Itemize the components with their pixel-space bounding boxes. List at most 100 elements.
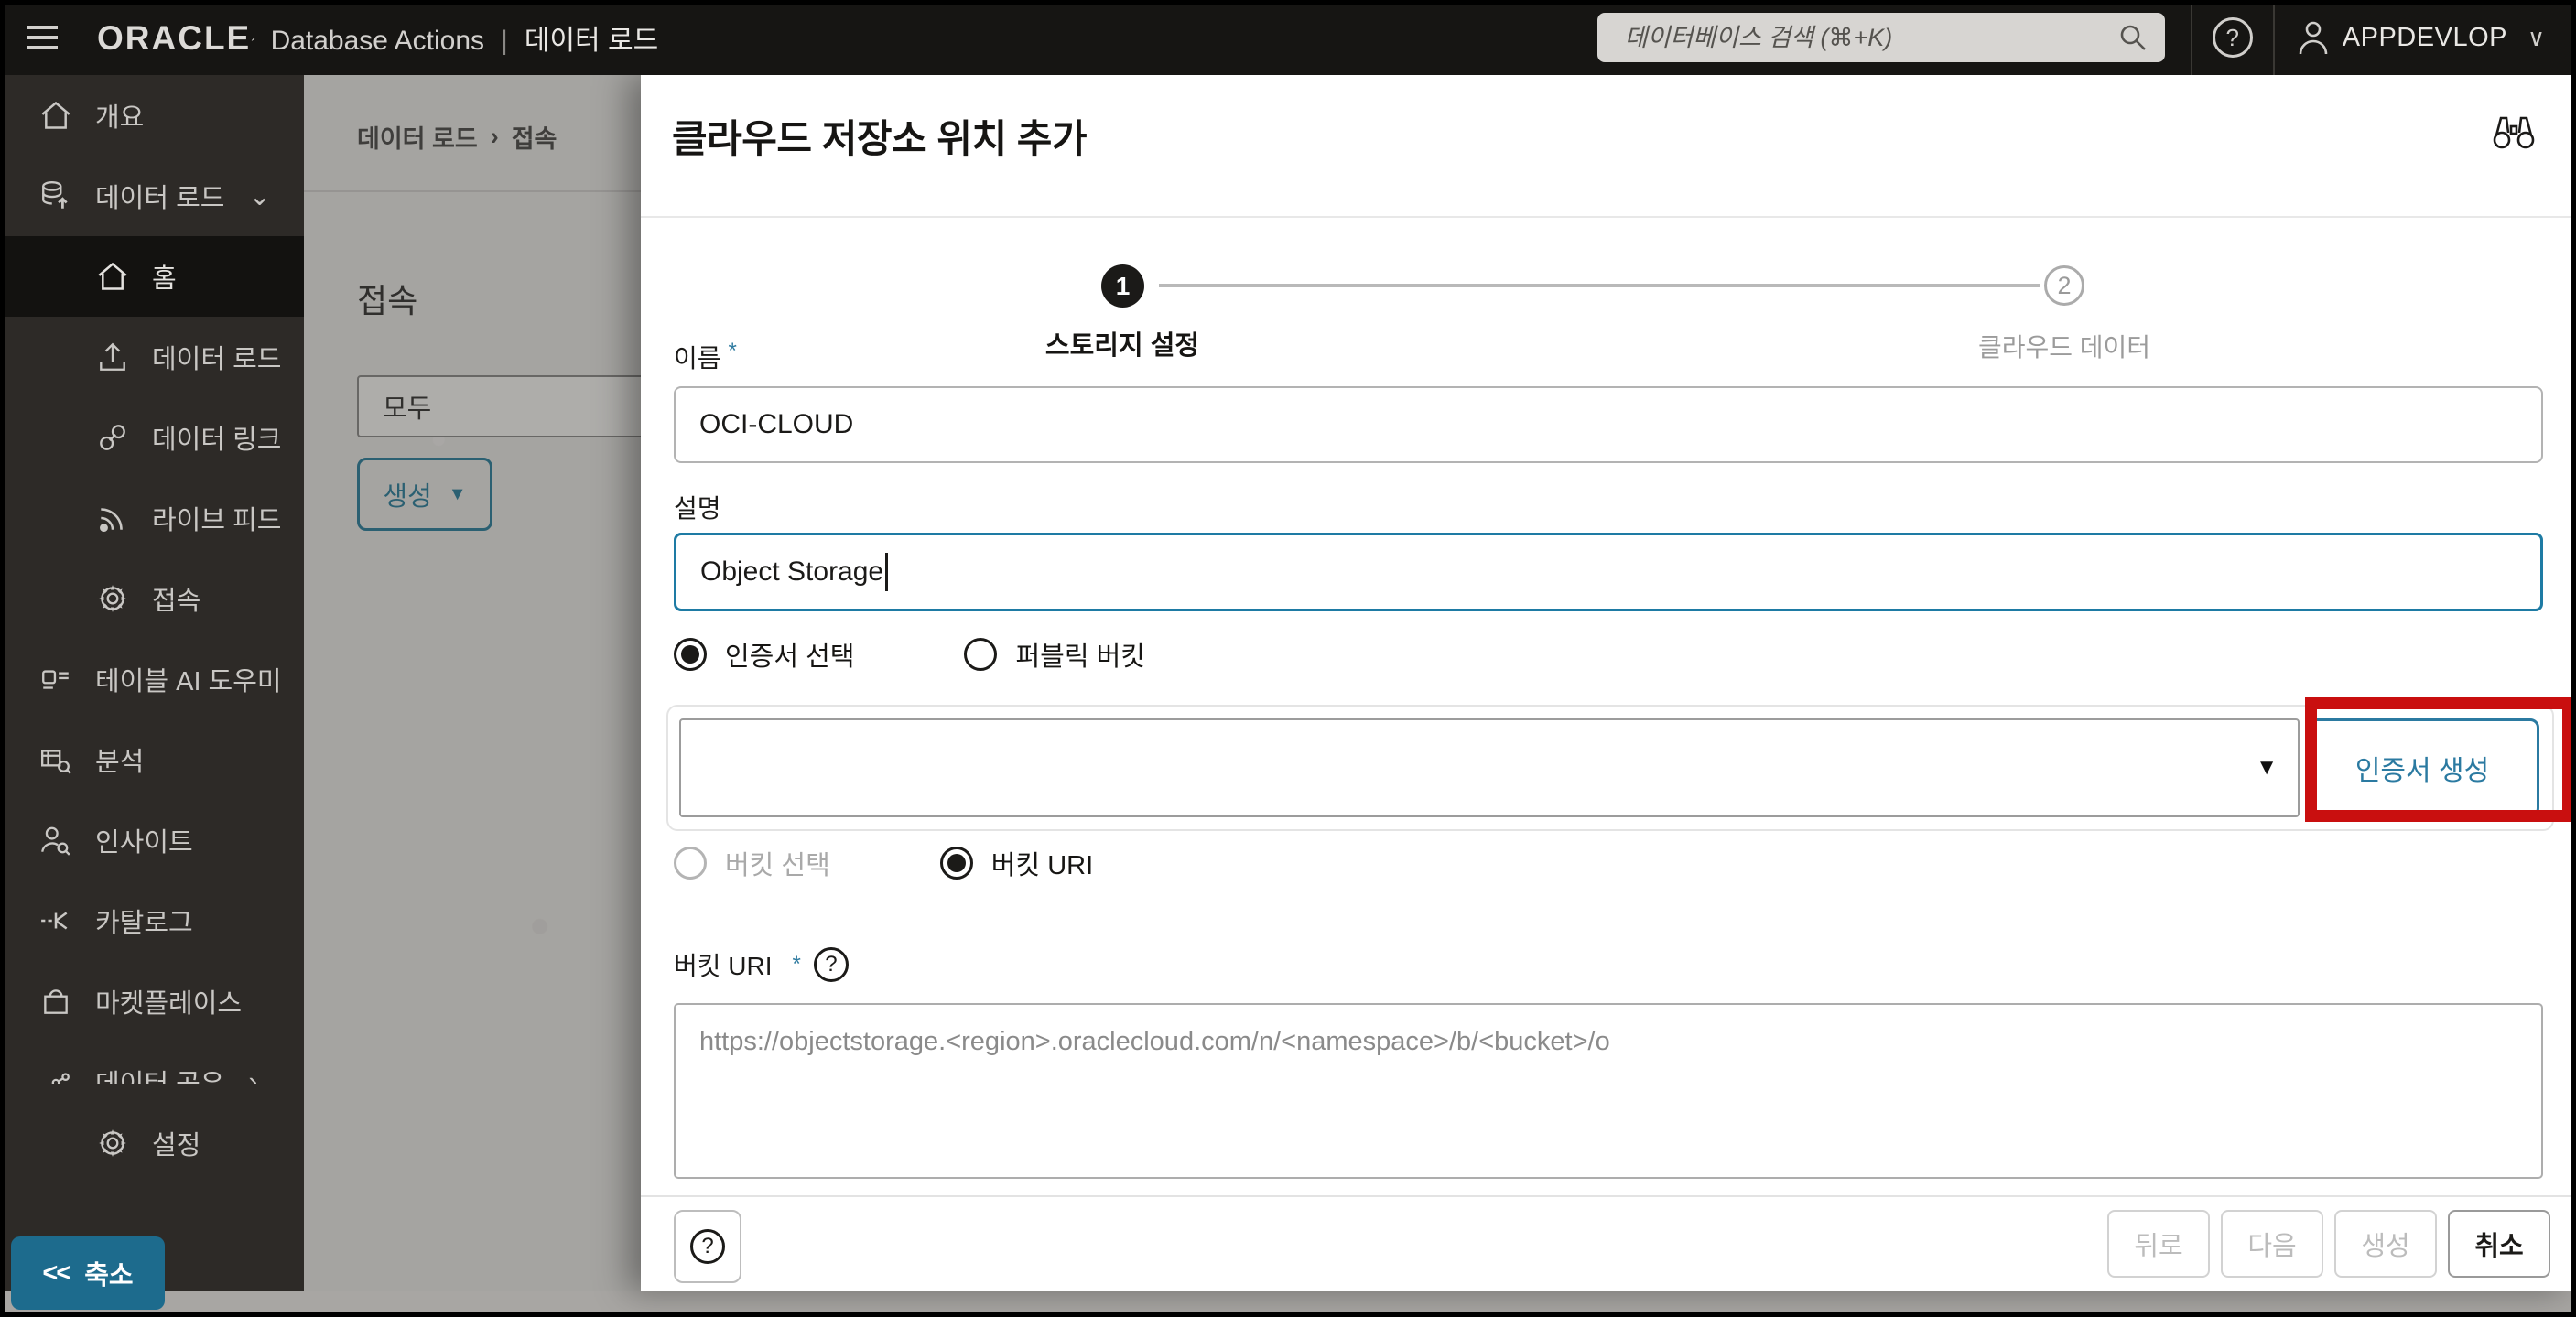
select-credential-label: 인증서 선택 bbox=[725, 642, 855, 672]
sidebar-item-data-load[interactable]: 데이터 로드 bbox=[0, 317, 304, 397]
bucket-select-radio[interactable] bbox=[674, 847, 707, 880]
breadcrumb-data-load[interactable]: 데이터 로드 bbox=[357, 119, 478, 155]
sidebar-item-label: 데이터 공유 bbox=[95, 1063, 224, 1084]
description-value: Object Storage bbox=[700, 556, 884, 587]
window-bottom-band bbox=[0, 1291, 2576, 1317]
sidebar-item-data-share[interactable]: 데이터 공유 › bbox=[0, 1042, 304, 1084]
create-label: 생성 bbox=[383, 482, 432, 512]
app-window: ORACLE´ Database Actions | 데이터 로드 ? APPD… bbox=[0, 0, 2576, 1317]
table-ai-icon bbox=[38, 663, 73, 696]
collapse-chevrons-icon: << bbox=[42, 1258, 71, 1288]
sidebar-item-label: 접속 bbox=[152, 587, 201, 616]
create-credential-button[interactable]: 인증서 생성 bbox=[2305, 718, 2539, 817]
cancel-button[interactable]: 취소 bbox=[2448, 1210, 2550, 1278]
sidebar-item-data-link[interactable]: 데이터 링크 bbox=[0, 397, 304, 478]
sidebar-item-data-load-parent[interactable]: 데이터 로드 ⌄ bbox=[0, 156, 304, 236]
home-icon bbox=[95, 261, 130, 292]
breadcrumb-connections: 접속 bbox=[511, 125, 557, 153]
gear-icon bbox=[95, 1127, 130, 1160]
description-label: 설명 bbox=[674, 494, 721, 523]
sidebar-item-home[interactable]: 홈 bbox=[0, 236, 304, 317]
sidebar-item-insight[interactable]: 인사이트 bbox=[0, 800, 304, 880]
oracle-logo-mark: ´ bbox=[251, 38, 256, 53]
binoculars-icon[interactable] bbox=[2492, 112, 2536, 150]
description-field[interactable]: Object Storage bbox=[674, 533, 2543, 611]
name-label: 이름 * bbox=[674, 339, 737, 372]
sidebar-item-catalog[interactable]: 카탈로그 bbox=[0, 880, 304, 961]
sidebar-item-label: 카탈로그 bbox=[95, 909, 193, 938]
help-icon[interactable]: ? bbox=[2212, 17, 2253, 58]
bucket-uri-radio-label: 버킷 URI bbox=[990, 851, 1094, 880]
help-icon: ? bbox=[690, 1229, 725, 1264]
collapse-sidebar-button[interactable]: << 축소 bbox=[11, 1236, 165, 1310]
data-load-icon bbox=[38, 179, 73, 212]
modal-help-button[interactable]: ? bbox=[674, 1210, 741, 1283]
filter-select-value: 모두 bbox=[383, 394, 432, 424]
oracle-logo: ORACLE bbox=[97, 19, 252, 57]
database-search[interactable] bbox=[1596, 13, 2165, 62]
select-credential-radio[interactable] bbox=[674, 638, 707, 671]
sidebar-item-connections[interactable]: 접속 bbox=[0, 558, 304, 639]
sidebar-item-data-share-clipped: 데이터 공유 › bbox=[0, 1042, 304, 1084]
header-divider bbox=[2190, 0, 2192, 75]
sidebar-item-label: 홈 bbox=[152, 264, 177, 294]
sidebar-item-analysis[interactable]: 분석 bbox=[0, 719, 304, 800]
text-cursor bbox=[885, 553, 889, 591]
sidebar-item-live-feed[interactable]: 라이브 피드 bbox=[0, 478, 304, 558]
caret-down-icon: ▼ bbox=[2256, 755, 2278, 780]
sidebar-item-label: 인사이트 bbox=[95, 828, 193, 858]
catalog-icon bbox=[38, 904, 73, 937]
database-search-input[interactable] bbox=[1596, 13, 2165, 62]
sidebar-item-label: 데이터 로드 bbox=[95, 184, 225, 213]
next-button[interactable]: 다음 bbox=[2221, 1210, 2323, 1278]
user-menu[interactable]: APPDEVLOP ∨ bbox=[2297, 19, 2545, 56]
required-star: * bbox=[728, 339, 737, 363]
link-icon bbox=[95, 421, 130, 454]
credential-select[interactable]: ▼ bbox=[679, 718, 2300, 817]
gear-icon bbox=[95, 582, 130, 615]
breadcrumb-separator: › bbox=[490, 123, 499, 150]
step-1-label: 스토리지 설정 bbox=[1044, 331, 1200, 361]
app-subtitle: Database Actions bbox=[270, 26, 485, 56]
sidebar-item-label: 데이터 로드 bbox=[152, 345, 282, 374]
insight-icon bbox=[38, 824, 73, 857]
chevron-down-icon: ⌄ bbox=[248, 181, 271, 211]
stepper-connector bbox=[1159, 284, 2040, 287]
filter-select[interactable]: 모두 bbox=[357, 375, 641, 437]
credential-combo-group: ▼ 인증서 생성 bbox=[666, 705, 2554, 831]
create-dropdown-button[interactable]: 생성 ▼ bbox=[357, 458, 492, 531]
modal-title: 클라우드 저장소 위치 추가 bbox=[672, 117, 1088, 160]
bucket-uri-help-icon[interactable]: ? bbox=[813, 947, 849, 982]
required-star: * bbox=[792, 952, 801, 977]
home-icon bbox=[38, 100, 73, 131]
sidebar-item-settings[interactable]: 설정 bbox=[0, 1103, 304, 1183]
breadcrumb: 데이터 로드 › 접속 bbox=[357, 119, 557, 155]
hamburger-menu-icon[interactable] bbox=[24, 19, 60, 56]
sidebar-item-table-ai[interactable]: 테이블 AI 도우미 bbox=[0, 639, 304, 719]
public-bucket-radio[interactable] bbox=[964, 638, 998, 671]
create-button[interactable]: 생성 bbox=[2334, 1210, 2437, 1278]
sidebar-item-marketplace[interactable]: 마켓플레이스 bbox=[0, 961, 304, 1042]
sidebar-item-label: 개요 bbox=[95, 103, 145, 133]
sidebar-item-label: 데이터 링크 bbox=[152, 426, 282, 455]
background-page-dimmed: 데이터 로드 › 접속 접속 모두 생성 ▼ bbox=[304, 75, 641, 1291]
back-button[interactable]: 뒤로 bbox=[2107, 1210, 2210, 1278]
step-2-indicator: 2 bbox=[2044, 265, 2084, 306]
bucket-uri-field[interactable] bbox=[674, 1003, 2543, 1179]
bucket-uri-label: 버킷 URI * ? bbox=[674, 946, 849, 983]
sidebar-item-label: 설정 bbox=[152, 1131, 201, 1160]
marketplace-icon bbox=[38, 985, 73, 1018]
step-1-indicator: 1 bbox=[1101, 264, 1144, 308]
name-field[interactable] bbox=[674, 386, 2543, 463]
share-icon bbox=[38, 1065, 73, 1084]
feed-icon bbox=[95, 502, 130, 534]
bucket-uri-radio[interactable] bbox=[939, 847, 973, 880]
sidebar-item-overview[interactable]: 개요 bbox=[0, 75, 304, 156]
search-icon[interactable] bbox=[2117, 22, 2148, 53]
connections-heading: 접속 bbox=[357, 282, 418, 319]
user-icon bbox=[2297, 19, 2330, 56]
step-2-label: 클라우드 데이터 bbox=[1977, 333, 2151, 362]
caret-down-icon: ▼ bbox=[448, 483, 467, 504]
sidebar-nav: 개요 데이터 로드 ⌄ 홈 데이터 로드 데이터 링크 라이브 피드 접속 테이… bbox=[0, 75, 304, 1291]
sidebar-item-label: 마켓플레이스 bbox=[95, 989, 243, 1019]
